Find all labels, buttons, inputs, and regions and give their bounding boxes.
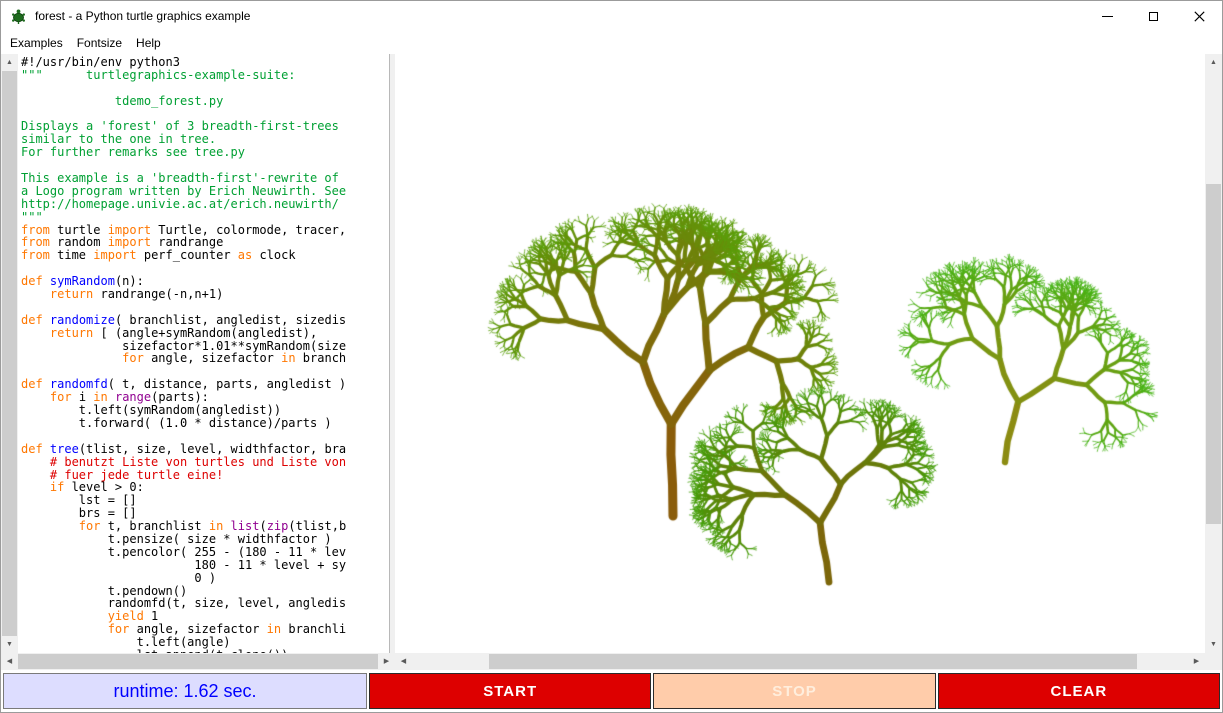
window-title: forest - a Python turtle graphics exampl… [35, 9, 250, 23]
clear-button[interactable]: CLEAR [938, 673, 1220, 709]
code-line: from time import perf_counter as clock [21, 249, 389, 262]
titlebar: forest - a Python turtle graphics exampl… [1, 1, 1222, 31]
maximize-icon [1149, 12, 1158, 21]
menu-help[interactable]: Help [129, 33, 168, 53]
menubar: Examples Fontsize Help [1, 31, 1222, 54]
scrollbar-corner [1205, 653, 1222, 670]
code-hscroll-thumb[interactable] [18, 654, 378, 669]
scroll-right-icon[interactable]: ▶ [1188, 653, 1205, 670]
close-button[interactable] [1176, 1, 1222, 31]
code-text: #!/usr/bin/env python3""" turtlegraphics… [21, 56, 389, 653]
control-bar: runtime: 1.62 sec. START STOP CLEAR [1, 670, 1222, 712]
turtle-app-icon [10, 7, 28, 25]
stop-button[interactable]: STOP [653, 673, 935, 709]
code-line: """ turtlegraphics-example-suite: [21, 69, 389, 82]
app-window: forest - a Python turtle graphics exampl… [0, 0, 1223, 713]
scroll-up-icon[interactable]: ▲ [1205, 54, 1222, 71]
code-vscroll-thumb[interactable] [2, 71, 17, 636]
scroll-right-icon[interactable]: ▶ [378, 653, 395, 670]
turtle-canvas[interactable] [395, 54, 1205, 653]
scroll-left-icon[interactable]: ◀ [395, 653, 412, 670]
canvas-vertical-scrollbar[interactable]: ▲ ▼ [1205, 54, 1222, 653]
horizontal-scrollbar-row: ◀ ▶ ◀ ▶ [1, 653, 1222, 670]
code-horizontal-scrollbar[interactable]: ◀ ▶ [1, 653, 395, 670]
start-button[interactable]: START [369, 673, 651, 709]
scroll-down-icon[interactable]: ▼ [1, 636, 18, 653]
menu-examples[interactable]: Examples [3, 33, 70, 53]
maximize-button[interactable] [1130, 1, 1176, 31]
turtle-drawing[interactable] [395, 54, 1205, 653]
code-line: tdemo_forest.py [21, 95, 389, 108]
canvas-horizontal-scrollbar[interactable]: ◀ ▶ [395, 653, 1205, 670]
window-controls [1084, 1, 1222, 31]
code-line: for angle, sizefactor in branch [21, 352, 389, 365]
canvas-hscroll-thumb[interactable] [489, 654, 1137, 669]
code-line: t.forward( (1.0 * distance)/parts ) [21, 417, 389, 430]
runtime-label: runtime: 1.62 sec. [3, 673, 367, 709]
code-vertical-scrollbar[interactable]: ▲ ▼ [1, 54, 18, 653]
code-editor[interactable]: #!/usr/bin/env python3""" turtlegraphics… [18, 54, 390, 653]
scroll-left-icon[interactable]: ◀ [1, 653, 18, 670]
minimize-icon [1102, 16, 1113, 17]
code-line: return randrange(-n,n+1) [21, 288, 389, 301]
minimize-button[interactable] [1084, 1, 1130, 31]
code-line: http://homepage.univie.ac.at/erich.neuwi… [21, 198, 389, 211]
scroll-up-icon[interactable]: ▲ [1, 54, 18, 71]
main-area: ▲ ▼ #!/usr/bin/env python3""" turtlegrap… [1, 54, 1222, 653]
scroll-down-icon[interactable]: ▼ [1205, 636, 1222, 653]
close-icon [1194, 11, 1205, 22]
code-line: For further remarks see tree.py [21, 146, 389, 159]
canvas-vscroll-thumb[interactable] [1206, 184, 1221, 524]
menu-fontsize[interactable]: Fontsize [70, 33, 129, 53]
